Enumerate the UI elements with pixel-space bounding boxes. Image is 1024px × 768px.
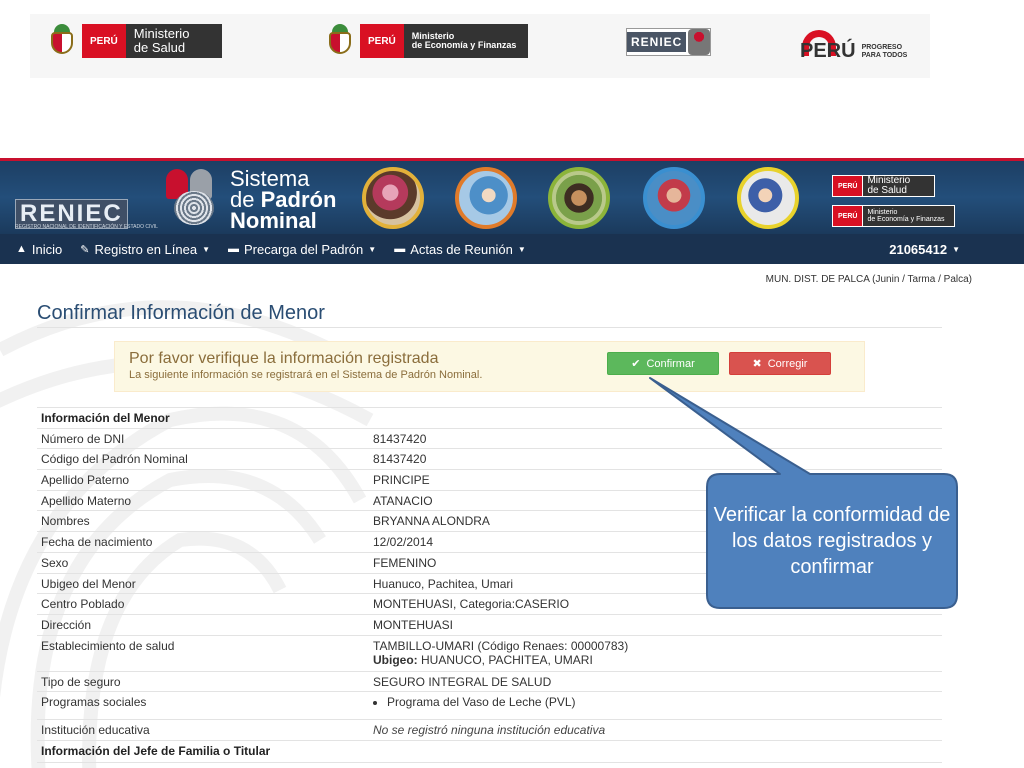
peru-brand-logo: PERÚ PROGRESO PARA TODOS: [800, 22, 907, 63]
municipality-label: MUN. DIST. DE PALCA (Junin / Tarma / Pal…: [765, 274, 972, 285]
peru-label: PERÚ: [360, 24, 404, 58]
child-photo-5: [737, 167, 799, 229]
table-row: Número de DNI 81437420: [37, 427, 942, 449]
alert-subtext: La siguiente información se registrará e…: [129, 369, 483, 381]
child-photo-3: [548, 167, 610, 229]
peru-shield-icon: [326, 24, 354, 58]
close-icon: ✖: [752, 358, 762, 370]
app-banner: RENIEC REGISTRO NACIONAL DE IDENTIFICACI…: [0, 161, 1024, 234]
reniec-logo: RENIEC: [626, 28, 712, 56]
table-row: Tipo de seguro SEGURO INTEGRAL DE SALUD: [37, 670, 942, 692]
child-photo-2: [455, 167, 517, 229]
list-item: Programa del Vaso de Leche (PVL): [387, 695, 938, 709]
user-menu[interactable]: 21065412 ▼: [889, 242, 960, 257]
caret-down-icon: ▼: [368, 244, 377, 254]
alert-heading: Por favor verifique la información regis…: [129, 350, 439, 367]
mef-label: Ministerio de Economía y Finanzas: [403, 24, 528, 58]
peru-shield-icon: [48, 24, 76, 58]
table-row: Dirección MONTEHUASI: [37, 613, 942, 636]
folder-icon: ▬: [394, 243, 406, 255]
minsa-label: Ministerio de Salud: [125, 24, 222, 58]
table-bottom-rule: [37, 762, 942, 763]
reniec-figure-icon: [688, 29, 711, 55]
banner-minsa-logo: PERÚ Ministerio de Salud: [832, 175, 936, 197]
title-divider: [37, 327, 942, 328]
page-title: Confirmar Información de Menor: [37, 302, 325, 324]
caret-down-icon: ▼: [517, 244, 526, 254]
mef-logo: PERÚ Ministerio de Economía y Finanzas: [326, 24, 528, 58]
nav-registro-en-linea[interactable]: ✎ Registro en Línea ▼: [80, 242, 210, 257]
banner-mef-logo: PERÚ Ministerio de Economía y Finanzas: [832, 205, 956, 227]
system-title: Sistema de Padrón Nominal: [230, 166, 337, 233]
caret-down-icon: ▼: [952, 245, 960, 254]
child-photo-1: [362, 167, 424, 229]
table-row: Código del Padrón Nominal 81437420: [37, 448, 942, 470]
nav-inicio[interactable]: ▲ Inicio: [16, 242, 62, 257]
child-photo-4: [643, 167, 705, 229]
nav-actas-de-reunion[interactable]: ▬ Actas de Reunión ▼: [394, 242, 526, 257]
section-header-menor: Información del Menor: [37, 407, 942, 429]
nav-precarga-del-padron[interactable]: ▬ Precarga del Padrón ▼: [228, 242, 376, 257]
callout-text: Verificar la conformidad de los datos re…: [713, 504, 951, 578]
pencil-icon: ✎: [80, 243, 90, 256]
banner-reniec-logo: RENIEC REGISTRO NACIONAL DE IDENTIFICACI…: [12, 169, 218, 230]
minsa-logo: PERÚ Ministerio de Salud: [48, 24, 222, 58]
correct-button[interactable]: ✖ Corregir: [729, 352, 831, 375]
reniec-family-icon: [160, 169, 218, 225]
peru-label: PERÚ: [82, 24, 126, 58]
table-row: Programas sociales Programa del Vaso de …: [37, 691, 942, 720]
verification-alert: Por favor verifique la información regis…: [114, 341, 865, 392]
main-navbar: ▲ Inicio ✎ Registro en Línea ▼ ▬ Precarg…: [0, 234, 1024, 264]
partner-logos-strip: PERÚ Ministerio de Salud PERÚ Ministerio d…: [30, 14, 930, 78]
section-header-jefe: Información del Jefe de Familia o Titula…: [37, 739, 942, 762]
table-row: Institución educativa No se registró ning…: [37, 719, 942, 741]
confirm-button[interactable]: ✔ Confirmar: [607, 352, 719, 375]
upload-icon: ▬: [228, 243, 240, 255]
check-icon: ✔: [631, 358, 641, 370]
home-icon: ▲: [16, 243, 27, 255]
table-row: Establecimiento de salud TAMBILLO-UMARI …: [37, 634, 942, 672]
caret-down-icon: ▼: [202, 244, 211, 254]
